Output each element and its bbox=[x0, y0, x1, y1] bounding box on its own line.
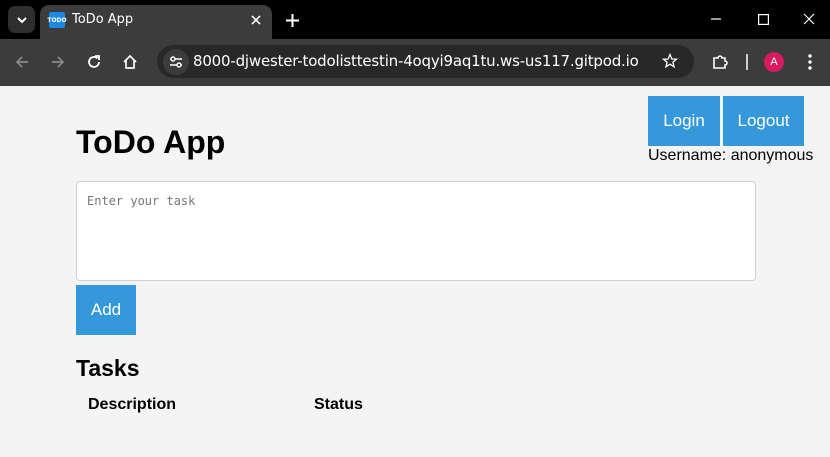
bookmark-button[interactable] bbox=[660, 51, 680, 71]
close-icon bbox=[803, 13, 815, 25]
url-text: 8000-djwester-todolisttestin-4oqyi9aq1tu… bbox=[193, 52, 639, 70]
minimize-button[interactable] bbox=[704, 8, 728, 30]
puzzle-icon bbox=[713, 55, 728, 69]
address-bar[interactable]: 8000-djwester-todolisttestin-4oqyi9aq1tu… bbox=[157, 45, 694, 78]
site-info-button[interactable] bbox=[163, 49, 189, 75]
more-vertical-icon bbox=[808, 54, 812, 70]
browser-toolbar: 8000-djwester-todolisttestin-4oqyi9aq1tu… bbox=[0, 39, 830, 86]
page-content: Login Logout Username: anonymous ToDo Ap… bbox=[0, 86, 830, 457]
username-label: Username: anonymous bbox=[648, 147, 814, 164]
login-button[interactable]: Login bbox=[648, 96, 720, 146]
forward-button[interactable] bbox=[45, 49, 71, 75]
arrow-right-icon bbox=[52, 56, 65, 68]
tab-close-button[interactable] bbox=[248, 12, 264, 28]
task-input[interactable] bbox=[76, 181, 756, 281]
tab-title: ToDo App bbox=[72, 12, 134, 27]
chevron-down-icon bbox=[16, 16, 27, 23]
maximize-icon bbox=[757, 13, 769, 25]
tune-icon bbox=[170, 56, 182, 68]
home-icon bbox=[123, 54, 137, 69]
app-favicon-icon: TODO bbox=[47, 12, 67, 28]
arrow-left-icon bbox=[15, 56, 28, 68]
plus-icon bbox=[285, 13, 299, 27]
browser-tab-strip: TODO ToDo App bbox=[0, 0, 830, 39]
tab-search-button[interactable] bbox=[8, 6, 35, 33]
reload-icon bbox=[88, 55, 100, 68]
add-task-button[interactable]: Add bbox=[76, 285, 136, 335]
tasks-heading: Tasks bbox=[76, 355, 140, 381]
close-window-button[interactable] bbox=[797, 8, 821, 30]
close-icon bbox=[251, 15, 261, 25]
home-button[interactable] bbox=[117, 49, 143, 75]
maximize-button[interactable] bbox=[751, 8, 775, 30]
column-header-status: Status bbox=[314, 396, 363, 413]
back-button[interactable] bbox=[9, 49, 35, 75]
new-tab-button[interactable] bbox=[281, 9, 303, 31]
star-icon bbox=[662, 53, 678, 69]
menu-button[interactable] bbox=[797, 49, 823, 75]
logout-button[interactable]: Logout bbox=[723, 96, 804, 146]
profile-avatar[interactable]: A bbox=[764, 52, 784, 72]
toolbar-divider bbox=[746, 54, 748, 70]
extensions-button[interactable] bbox=[707, 49, 733, 75]
browser-tab[interactable]: TODO ToDo App bbox=[40, 5, 272, 39]
page-title: ToDo App bbox=[76, 124, 226, 160]
reload-button[interactable] bbox=[81, 49, 107, 75]
minimize-icon bbox=[711, 18, 721, 20]
column-header-description: Description bbox=[88, 396, 177, 413]
